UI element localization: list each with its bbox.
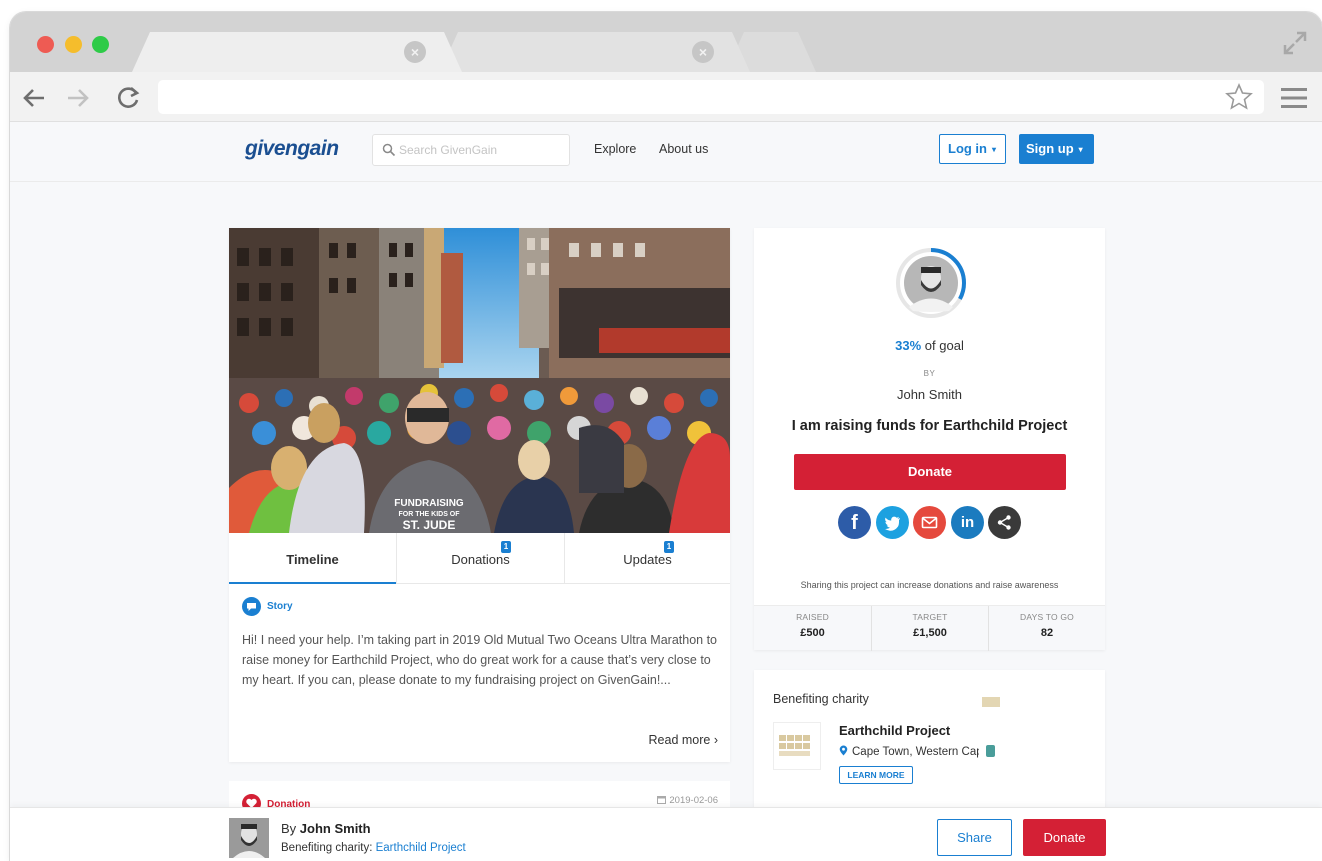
stat-label: TARGET	[912, 612, 948, 622]
charity-logo[interactable]	[773, 722, 821, 770]
stat-days-to-go: DAYS TO GO 82	[988, 606, 1105, 651]
nav-explore-link[interactable]: Explore	[594, 142, 636, 156]
project-headline: I am raising funds for Earthchild Projec…	[791, 418, 1068, 434]
tab-close-icon[interactable]: ×	[404, 41, 426, 63]
hamburger-menu-icon[interactable]	[1280, 86, 1308, 110]
goal-progress-text: 33% of goal	[754, 338, 1105, 353]
marathon-crowd-illustration: FUNDRAISING FOR THE KIDS OF ST. JUDE	[229, 228, 730, 533]
charity-location-text: Cape Town, Western Cape	[852, 746, 979, 758]
bottom-donate-button[interactable]: Donate	[1023, 819, 1106, 856]
speech-bubble-icon	[242, 597, 261, 616]
signup-button[interactable]: Sign up ▾	[1019, 134, 1094, 164]
fundraiser-name[interactable]: John Smith	[754, 387, 1105, 402]
social-share-buttons: f in	[836, 506, 1026, 540]
hero-image: FUNDRAISING FOR THE KIDS OF ST. JUDE	[229, 228, 730, 533]
browser-tab-1[interactable]: ×	[132, 32, 462, 72]
fundraiser-avatar[interactable]	[893, 245, 969, 321]
goal-suffix: of goal	[921, 338, 964, 353]
login-label: Log in	[948, 141, 987, 156]
browser-tab-2[interactable]: ×	[440, 32, 750, 72]
by-label: BY	[923, 369, 936, 378]
stat-raised: RAISED £500	[754, 606, 871, 651]
project-main-card: FUNDRAISING FOR THE KIDS OF ST. JUDE Tim…	[229, 228, 730, 762]
tab-close-icon[interactable]: ×	[692, 41, 714, 63]
twitter-icon[interactable]	[876, 506, 909, 539]
signup-label: Sign up	[1026, 141, 1074, 156]
minimize-window-button[interactable]	[65, 36, 82, 53]
stat-value: £1,500	[913, 627, 947, 639]
linkedin-icon[interactable]: in	[951, 506, 984, 539]
bookmark-star-icon[interactable]	[1224, 82, 1254, 112]
charity-mini-logo	[982, 697, 1000, 707]
tab-label: Donations	[451, 552, 510, 567]
tab-label: Updates	[623, 552, 672, 567]
by-prefix: By	[281, 821, 300, 836]
fullscreen-icon[interactable]	[1282, 30, 1308, 56]
charity-location: Cape Town, Western Cape	[839, 745, 979, 758]
charity-prefix: Benefiting charity:	[281, 842, 376, 854]
story-label: Story	[267, 601, 293, 612]
address-bar[interactable]	[158, 80, 1264, 114]
browser-toolbar	[10, 72, 1322, 122]
stat-label: RAISED	[796, 612, 829, 622]
bottle-icon	[986, 745, 995, 757]
owner-name[interactable]: John Smith	[300, 821, 371, 836]
search-box	[372, 134, 570, 166]
forward-arrow-icon[interactable]	[64, 84, 92, 112]
donation-date-text: 2019-02-06	[669, 795, 718, 806]
project-summary-card: 33% of goal BY John Smith I am raising f…	[754, 228, 1105, 651]
search-icon	[382, 143, 396, 157]
calendar-icon	[657, 796, 667, 804]
charity-name[interactable]: Earthchild Project	[839, 723, 950, 738]
login-button[interactable]: Log in ▾	[939, 134, 1006, 164]
funding-stats: RAISED £500 TARGET £1,500 DAYS TO GO 82	[754, 605, 1105, 651]
avatar[interactable]	[229, 818, 269, 858]
sticky-bottom-bar: By John Smith Benefiting charity: Earthc…	[10, 807, 1322, 861]
stat-value: £500	[800, 627, 825, 639]
shirt-text-line3: ST. JUDE	[403, 518, 456, 532]
tab-donations[interactable]: Donations 1	[396, 533, 564, 584]
charity-link[interactable]: Earthchild Project	[376, 842, 466, 854]
bottom-bar-owner: By John Smith	[281, 821, 371, 836]
shirt-text-line1: FUNDRAISING	[394, 498, 464, 509]
close-window-button[interactable]	[37, 36, 54, 53]
share-note: Sharing this project can increase donati…	[800, 580, 1059, 590]
site-header: givengain Explore About us Log in ▾ Sign …	[10, 122, 1322, 182]
count-badge: 1	[501, 541, 511, 553]
facebook-icon[interactable]: f	[838, 506, 871, 539]
tab-updates[interactable]: Updates 1	[564, 533, 730, 584]
back-arrow-icon[interactable]	[20, 84, 48, 112]
project-tabs: Timeline Donations 1 Updates 1	[229, 533, 730, 584]
learn-more-button[interactable]: LEARN MORE	[839, 766, 913, 784]
search-input[interactable]	[399, 135, 564, 165]
stat-target: TARGET £1,500	[871, 606, 988, 651]
tab-label: Timeline	[286, 552, 339, 567]
donate-button[interactable]: Donate	[794, 454, 1066, 490]
browser-tab-bar: × ×	[10, 12, 1322, 72]
maximize-window-button[interactable]	[92, 36, 109, 53]
stat-value: 82	[1040, 627, 1054, 639]
benefiting-charity-card: Benefiting charity Earthchild Project Ca…	[754, 670, 1105, 820]
donation-date: 2019-02-06	[657, 795, 718, 806]
nav-about-link[interactable]: About us	[659, 142, 708, 156]
story-text: Hi! I need your help. I’m taking part in…	[242, 633, 718, 687]
stat-label: DAYS TO GO	[1020, 612, 1074, 622]
read-more-link[interactable]: Read more ›	[649, 733, 718, 747]
goal-percent: 33%	[895, 338, 922, 353]
chevron-down-icon: ▾	[1078, 145, 1083, 154]
bottom-bar-charity: Benefiting charity: Earthchild Project	[281, 842, 466, 854]
charity-section-title: Benefiting charity	[773, 692, 869, 706]
tab-timeline[interactable]: Timeline	[229, 533, 396, 584]
chevron-down-icon: ▾	[992, 145, 997, 154]
location-pin-icon	[839, 745, 848, 756]
count-badge: 1	[664, 541, 674, 553]
givengain-logo[interactable]: givengain	[245, 137, 339, 161]
browser-window: × × givengain Search GivenGain Explore A…	[10, 12, 1322, 861]
email-icon[interactable]	[913, 506, 946, 539]
share-icon[interactable]	[988, 506, 1021, 539]
shirt-text-line2: FOR THE KIDS OF	[398, 511, 460, 518]
share-button[interactable]: Share	[937, 819, 1012, 856]
reload-icon[interactable]	[114, 84, 142, 112]
